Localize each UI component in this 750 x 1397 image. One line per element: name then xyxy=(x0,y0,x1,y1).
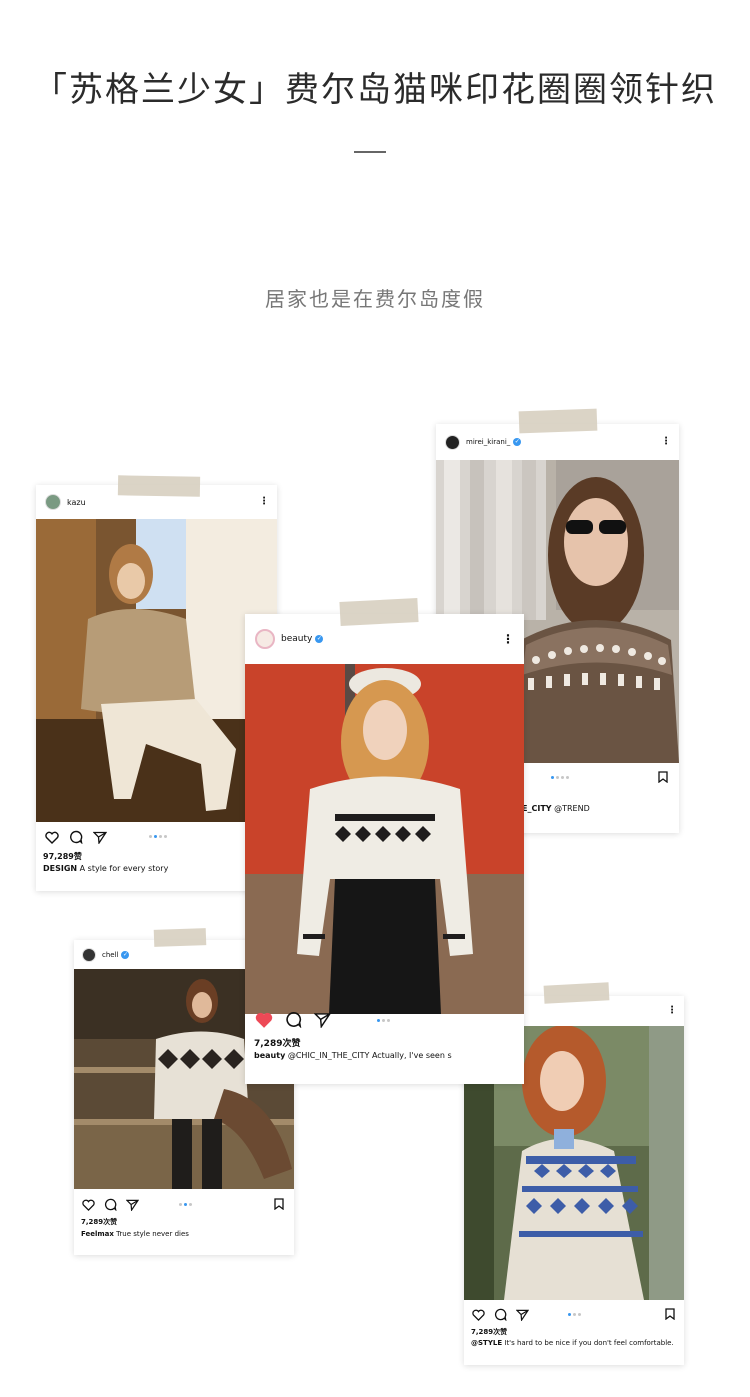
likes-count[interactable]: 97,289赞 xyxy=(43,851,82,862)
post-caption: @STYLE It's hard to be nice if you don't… xyxy=(471,1339,679,1347)
caption-user[interactable]: beauty xyxy=(254,1051,285,1060)
tape-strip xyxy=(153,928,207,947)
send-icon[interactable] xyxy=(93,831,107,844)
more-icon[interactable]: ⋮ xyxy=(667,1006,677,1016)
comment-icon[interactable] xyxy=(104,1198,117,1211)
caption-text: A style for every story xyxy=(79,864,169,873)
tape-strip xyxy=(117,475,201,497)
verified-icon: ✓ xyxy=(513,438,522,446)
post-caption: Feelmax True style never dies xyxy=(81,1230,287,1238)
tape-strip xyxy=(339,597,419,627)
heart-icon[interactable] xyxy=(45,831,59,844)
likes-count[interactable]: 7,289次赞 xyxy=(254,1036,300,1049)
verified-icon: ✓ xyxy=(315,635,324,643)
avatar[interactable] xyxy=(82,947,96,962)
heart-icon[interactable] xyxy=(82,1199,95,1211)
tape-strip xyxy=(543,982,610,1004)
carousel-dots xyxy=(179,1203,192,1206)
post-kazu: kazu ⋮ 97,289赞 DESIGN A style for every … xyxy=(36,485,277,891)
caption-text: It's hard to be nice if you don't feel c… xyxy=(504,1339,674,1347)
send-icon[interactable] xyxy=(516,1309,529,1321)
verified-icon: ✓ xyxy=(121,950,130,959)
avatar[interactable] xyxy=(255,629,275,649)
carousel-dots xyxy=(377,1019,390,1022)
comment-icon[interactable] xyxy=(69,830,83,844)
likes-count[interactable]: 7,289次赞 xyxy=(471,1327,507,1337)
heart-icon[interactable] xyxy=(255,1012,273,1028)
username[interactable]: kazu xyxy=(67,498,86,507)
post-beauty: beauty ✓ ⋮ 7,289次赞 beauty @CHIC_IN_THE_C… xyxy=(245,614,524,1084)
post-caption: DESIGN A style for every story xyxy=(43,864,271,873)
username[interactable]: chell xyxy=(102,951,118,959)
username[interactable]: mirei_kirani_ xyxy=(466,438,510,446)
username[interactable]: beauty xyxy=(281,634,312,644)
page-subtitle: 居家也是在费尔岛度假 xyxy=(265,287,485,311)
tape-strip xyxy=(518,408,598,434)
page-title: 「苏格兰少女」费尔岛猫咪印花圈圈领针织 xyxy=(33,70,717,110)
carousel-dots xyxy=(551,776,569,779)
send-icon[interactable] xyxy=(126,1199,139,1211)
comment-icon[interactable] xyxy=(494,1308,507,1321)
heart-icon[interactable] xyxy=(472,1309,485,1321)
more-icon[interactable]: ⋮ xyxy=(661,437,671,447)
caption-text: True style never dies xyxy=(116,1230,189,1238)
more-icon[interactable]: ⋮ xyxy=(259,497,269,507)
post-caption: E_CITY @TREND xyxy=(522,804,672,813)
post-photo[interactable] xyxy=(36,519,277,822)
post-photo[interactable] xyxy=(245,664,524,1014)
avatar[interactable] xyxy=(45,494,61,510)
caption-user[interactable]: DESIGN xyxy=(43,864,77,873)
comment-icon[interactable] xyxy=(285,1011,302,1028)
caption-user[interactable]: Feelmax xyxy=(81,1230,114,1238)
caption-text: @CHIC_IN_THE_CITY Actually, I've seen s xyxy=(287,1051,452,1060)
caption-user[interactable]: @STYLE xyxy=(471,1339,502,1347)
bookmark-icon[interactable] xyxy=(658,771,668,783)
bookmark-icon[interactable] xyxy=(274,1198,284,1210)
send-icon[interactable] xyxy=(314,1012,331,1028)
post-caption: beauty @CHIC_IN_THE_CITY Actually, I've … xyxy=(254,1051,518,1060)
more-icon[interactable]: ⋮ xyxy=(502,633,514,645)
caption-user[interactable]: E_CITY xyxy=(522,804,552,813)
carousel-dots xyxy=(568,1313,581,1316)
carousel-dots xyxy=(149,835,167,838)
likes-count[interactable]: 7,289次赞 xyxy=(81,1217,117,1227)
caption-text: @TREND xyxy=(554,804,590,813)
avatar[interactable] xyxy=(445,434,460,450)
bookmark-icon[interactable] xyxy=(665,1308,675,1320)
title-divider xyxy=(354,151,386,153)
